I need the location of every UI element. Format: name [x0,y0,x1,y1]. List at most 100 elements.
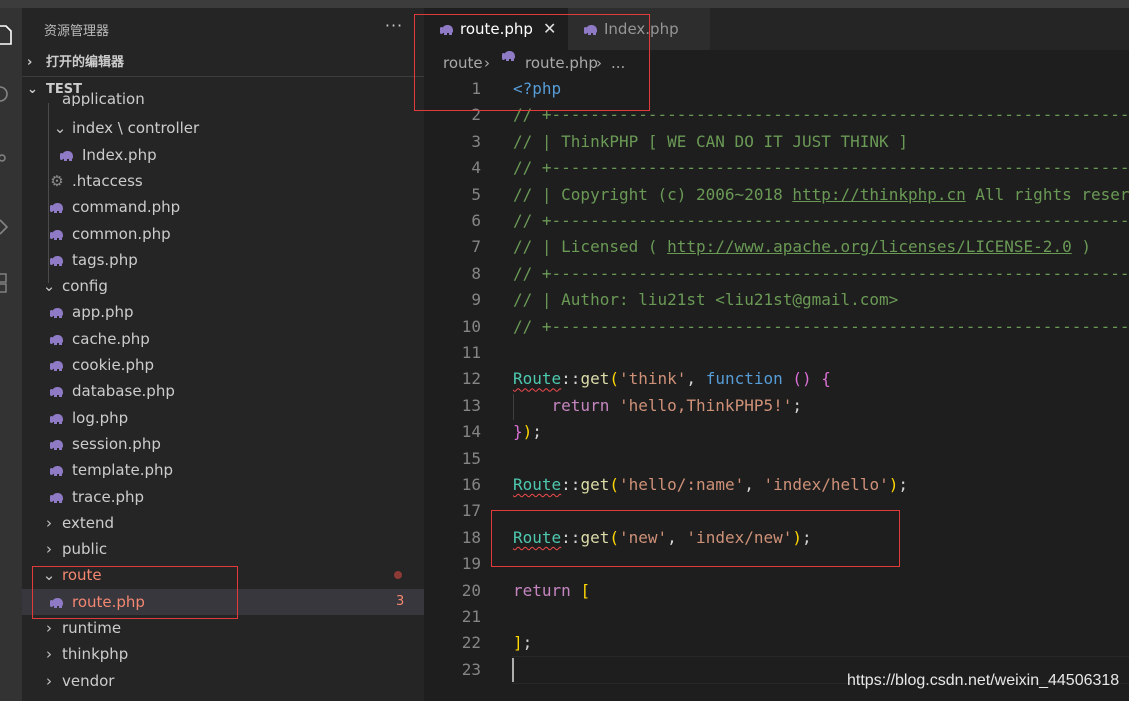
line-number: 14 [461,422,481,442]
more-actions-icon[interactable]: ··· [382,14,406,38]
tree-file[interactable]: template.php [22,457,424,483]
comment: // | Author: liu21st <liu21st@gmail.com> [513,290,899,310]
keyword: function [705,369,783,389]
line-number: 16 [461,475,481,494]
open-editors-section[interactable]: › 打开的编辑器 [22,50,424,76]
code-line: 21 [424,604,1129,630]
comment: All rights reserved. [975,184,1129,204]
code-line: 3 // | ThinkPHP [ WE CAN DO IT JUST THINK… [424,129,1129,155]
comment-link[interactable]: http://thinkphp.cn [792,185,965,204]
code-line: 20 return [ [424,578,1129,604]
semicolon: ; [522,633,533,653]
tree-file[interactable]: command.php [22,194,424,220]
php-file-icon [48,484,66,510]
line-number: 3 [471,131,481,151]
chevron-right-icon: › [46,645,52,664]
search-icon[interactable] [0,80,22,108]
comment: // | Copyright (c) 2006~2018 [513,184,793,204]
tree-item-label: extend [62,513,114,532]
tree-file[interactable]: app.php [22,299,424,325]
extensions-icon[interactable] [0,270,22,298]
watermark: https://blog.csdn.net/weixin_44506318 [847,672,1120,689]
code-line: 4 // +-----------------------------------… [424,155,1129,181]
comment: // +------------------------------------… [513,263,1129,283]
tree-file[interactable]: cookie.php [22,352,424,378]
tree-file[interactable]: session.php [22,431,424,457]
tree-file[interactable]: tags.php [22,247,424,273]
route-class: Route [513,475,562,494]
tree-item-label: command.php [72,198,181,217]
route-class: Route [513,369,562,389]
php-file-icon [48,457,66,483]
semicolon: ; [898,475,908,494]
tree-file[interactable]: log.php [22,405,424,431]
tree-item-label: template.php [72,461,174,480]
tree-file[interactable]: database.php [22,378,424,404]
problem-count-badge: 3 [396,593,405,609]
line-number: 23 [461,659,481,679]
tree-item-label: application [62,92,145,106]
tree-file[interactable]: common.php [22,221,424,247]
chevron-down-icon: ⌄ [53,119,67,138]
tree-item-label: vendor [62,671,115,690]
operator: :: [561,369,581,389]
comment: // +------------------------------------… [513,158,1129,178]
php-file-icon [58,142,76,168]
tree-file[interactable]: Index.php [22,142,424,168]
tree-file[interactable]: application [22,92,424,106]
tree-folder[interactable]: › thinkphp [22,641,424,667]
run-debug-icon[interactable] [0,213,22,241]
string: 'hello/:name' [618,475,745,494]
php-file-icon [48,405,66,431]
tree-item-label: Index.php [82,145,157,164]
tree-folder[interactable]: › public [22,536,424,562]
code-line: 6 // +-----------------------------------… [424,208,1129,234]
tree-file[interactable]: trace.php [22,484,424,510]
paren: ( [609,475,619,494]
tree-item-label: tags.php [72,250,138,269]
code-line: 15 [424,446,1129,472]
source-control-icon[interactable] [0,146,22,174]
brace: } [513,422,523,442]
tree-folder[interactable]: ⌄ index \ controller [22,115,424,141]
explorer-icon[interactable] [0,22,22,50]
method-name: get [580,475,610,494]
comment: // | Licensed ( [513,237,668,257]
code-line: 11 [424,340,1129,366]
tree-item-label: trace.php [72,487,145,506]
paren: () [792,369,812,389]
code-line: 13 return 'hello,ThinkPHP5!'; [424,393,1129,419]
code-line: 8 // +-----------------------------------… [424,261,1129,287]
activity-bar [0,8,22,701]
problem-dot-icon [394,571,402,580]
code-line: 10 // +----------------------------------… [424,314,1129,340]
bracket: [ [580,580,591,600]
route-highlight-box [32,566,238,619]
string: 'think' [618,369,687,389]
explorer-title: 资源管理器 [44,24,110,39]
chevron-down-icon: ⌄ [42,277,56,296]
code-line: 5 // | Copyright (c) 2006~2018 http://thi… [424,182,1129,208]
tree-folder[interactable]: › vendor [22,668,424,694]
keyword: return [551,395,610,415]
line-number: 20 [461,580,481,600]
comment: // +------------------------------------… [513,316,1129,336]
tree-file[interactable]: cache.php [22,326,424,352]
tree-folder[interactable]: ⌄ config [22,273,424,299]
code-editor[interactable]: 1 <?php 2// +----------------------------… [424,76,1129,701]
line-number: 11 [461,343,481,362]
gear-icon: ⚙ [50,171,64,190]
tree-file[interactable]: ⚙ .htaccess [22,168,424,194]
tree-item-label: thinkphp [62,645,129,664]
line-number: 5 [471,184,481,204]
tree-item-label: .htaccess [72,171,143,190]
line-number: 12 [461,369,481,389]
comment-link[interactable]: http://www.apache.org/licenses/LICENSE-2… [667,237,1072,256]
tree-item-label: session.php [72,434,161,453]
line-number: 10 [461,316,481,336]
chevron-right-icon: › [46,540,52,559]
bracket: ] [513,633,523,653]
tree-folder[interactable]: › extend [22,510,424,536]
line-number: 19 [461,554,481,574]
line-number: 17 [461,501,481,521]
